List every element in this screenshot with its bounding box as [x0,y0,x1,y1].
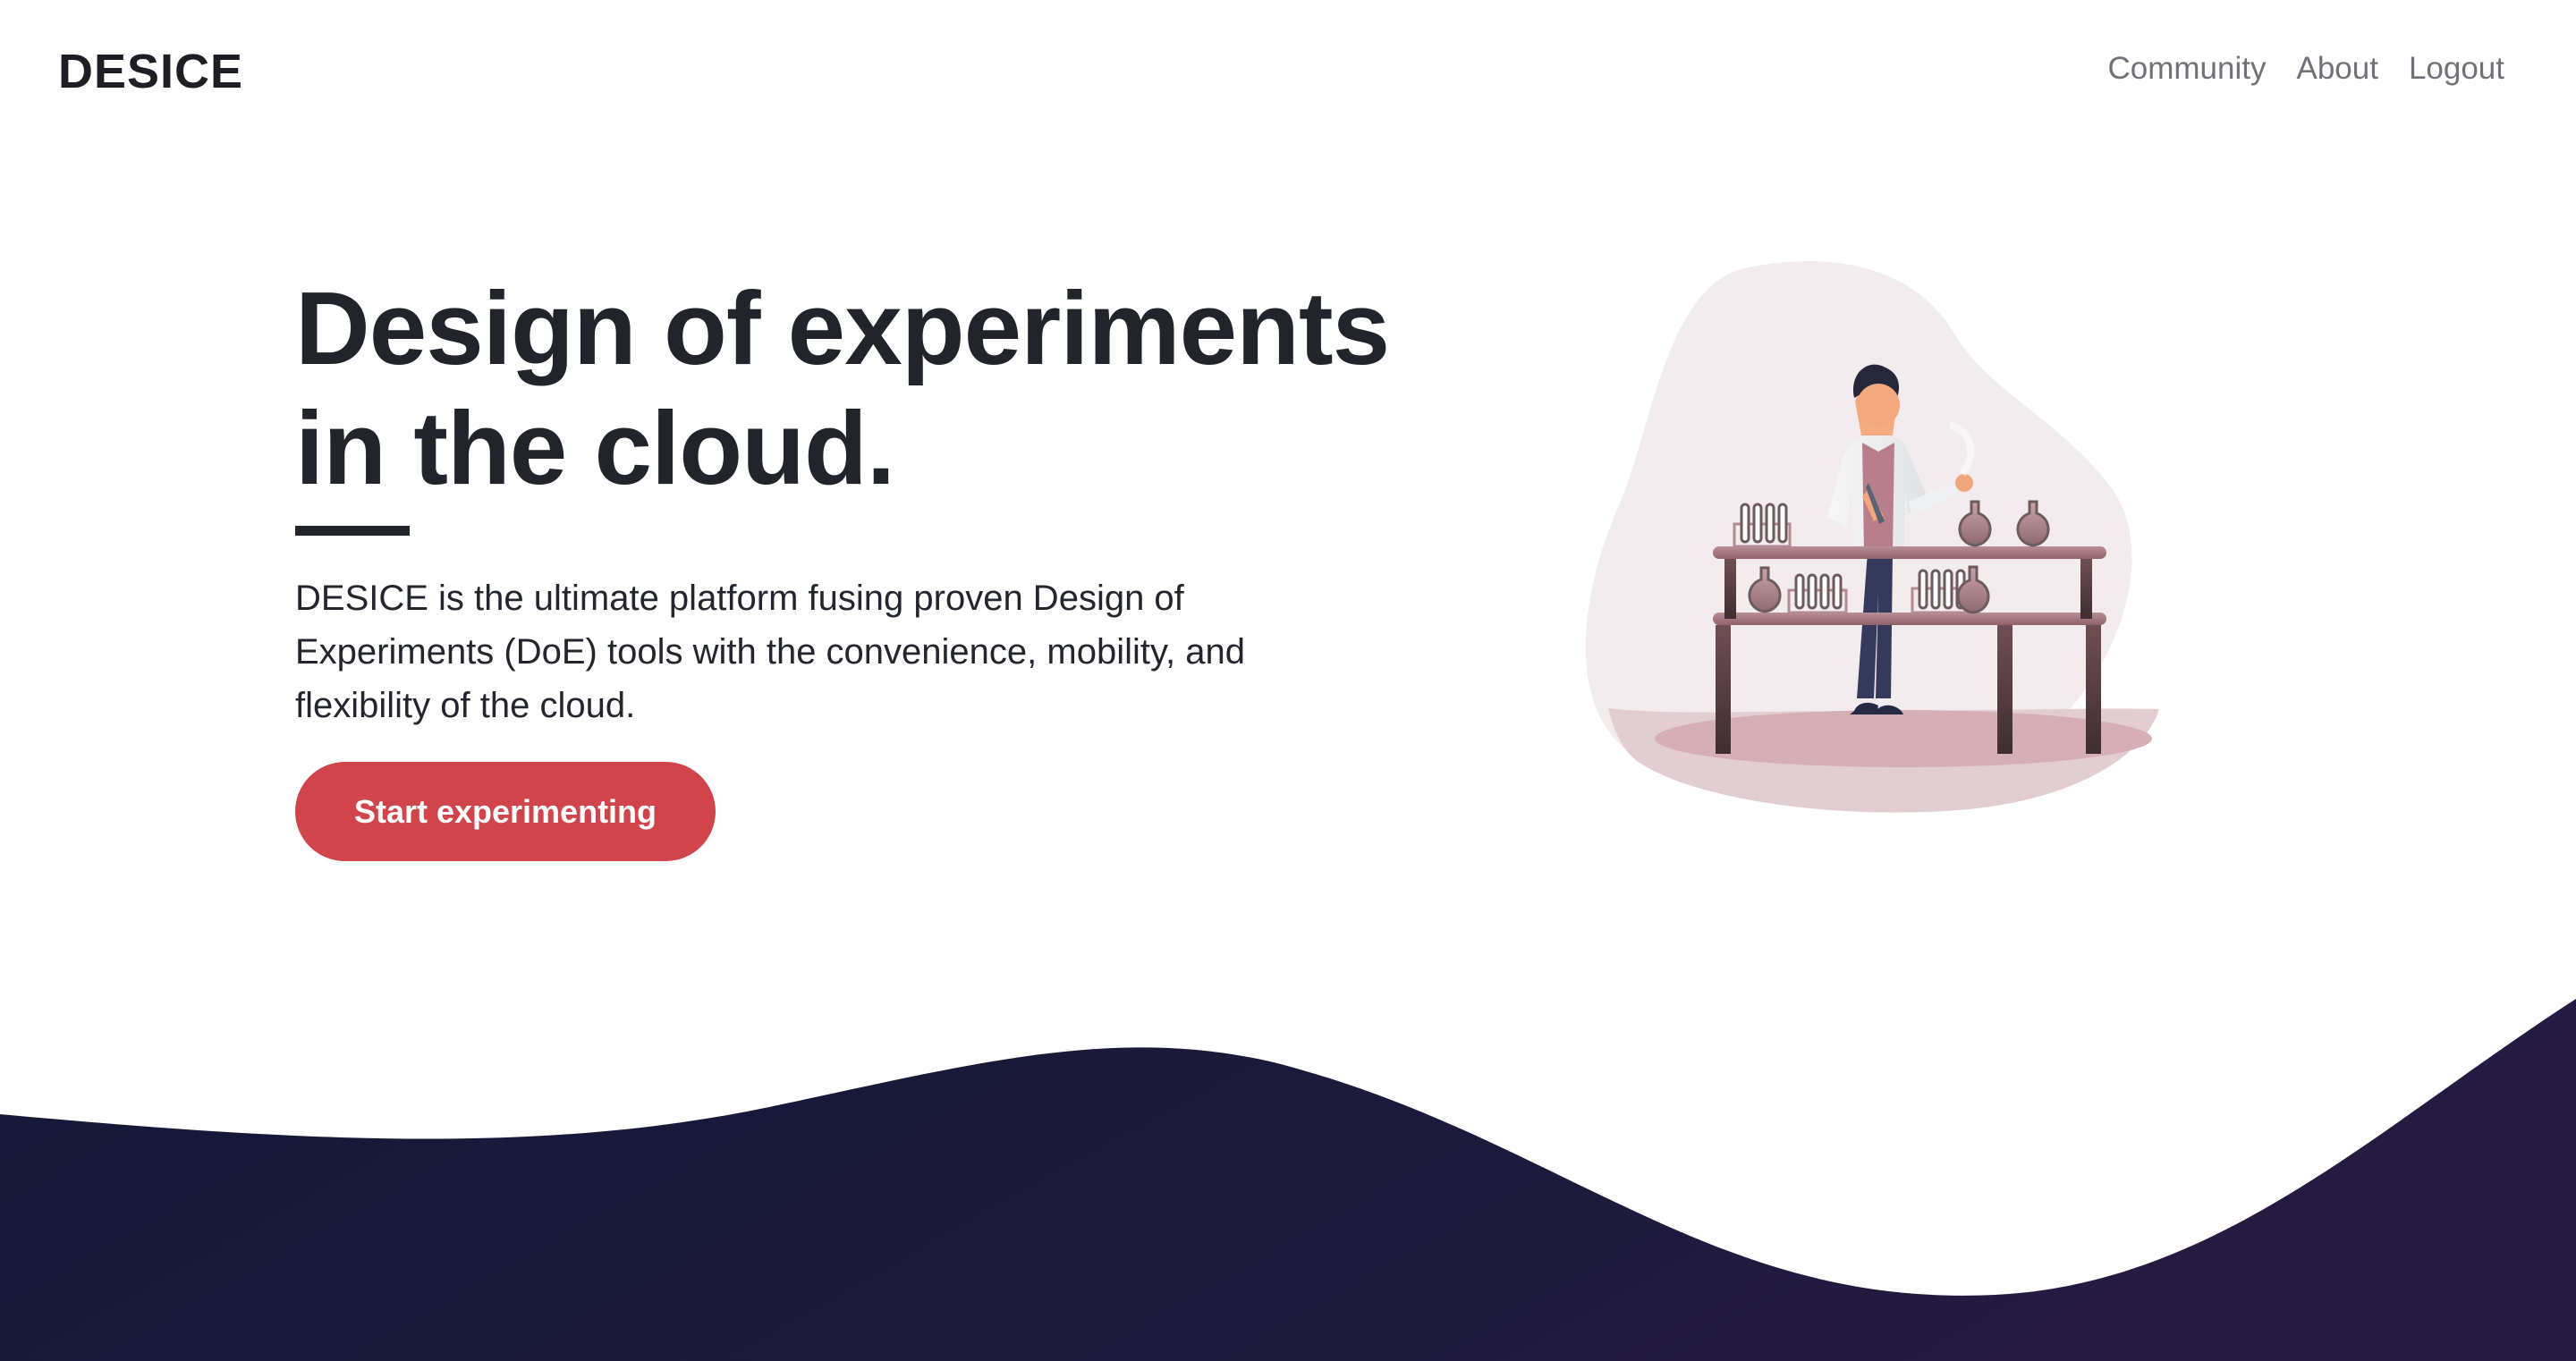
test-tubes-left-top [1733,503,1792,548]
landing-page: DESICE Community About Logout Design of … [0,0,2576,1361]
logout-link[interactable]: Logout [2409,51,2504,87]
brand-logo[interactable]: DESICE [58,44,243,99]
about-link[interactable]: About [2296,51,2377,87]
hero-section: Design of experiments in the cloud. DESI… [295,268,1440,732]
page-title: Design of experiments in the cloud. [295,268,1440,508]
title-underline [295,526,410,536]
main-navigation: Community About Logout [2107,51,2504,87]
scientist-lab-illustration [1585,261,2159,813]
title-line-two: in the cloud. [295,390,895,506]
start-experimenting-button[interactable]: Start experimenting [295,762,716,861]
top-navigation: DESICE Community About Logout [0,0,2576,148]
hero-description: DESICE is the ultimate platform fusing p… [295,579,1245,725]
community-link[interactable]: Community [2107,51,2266,87]
title-line-one: Design of experiments [295,270,1390,386]
